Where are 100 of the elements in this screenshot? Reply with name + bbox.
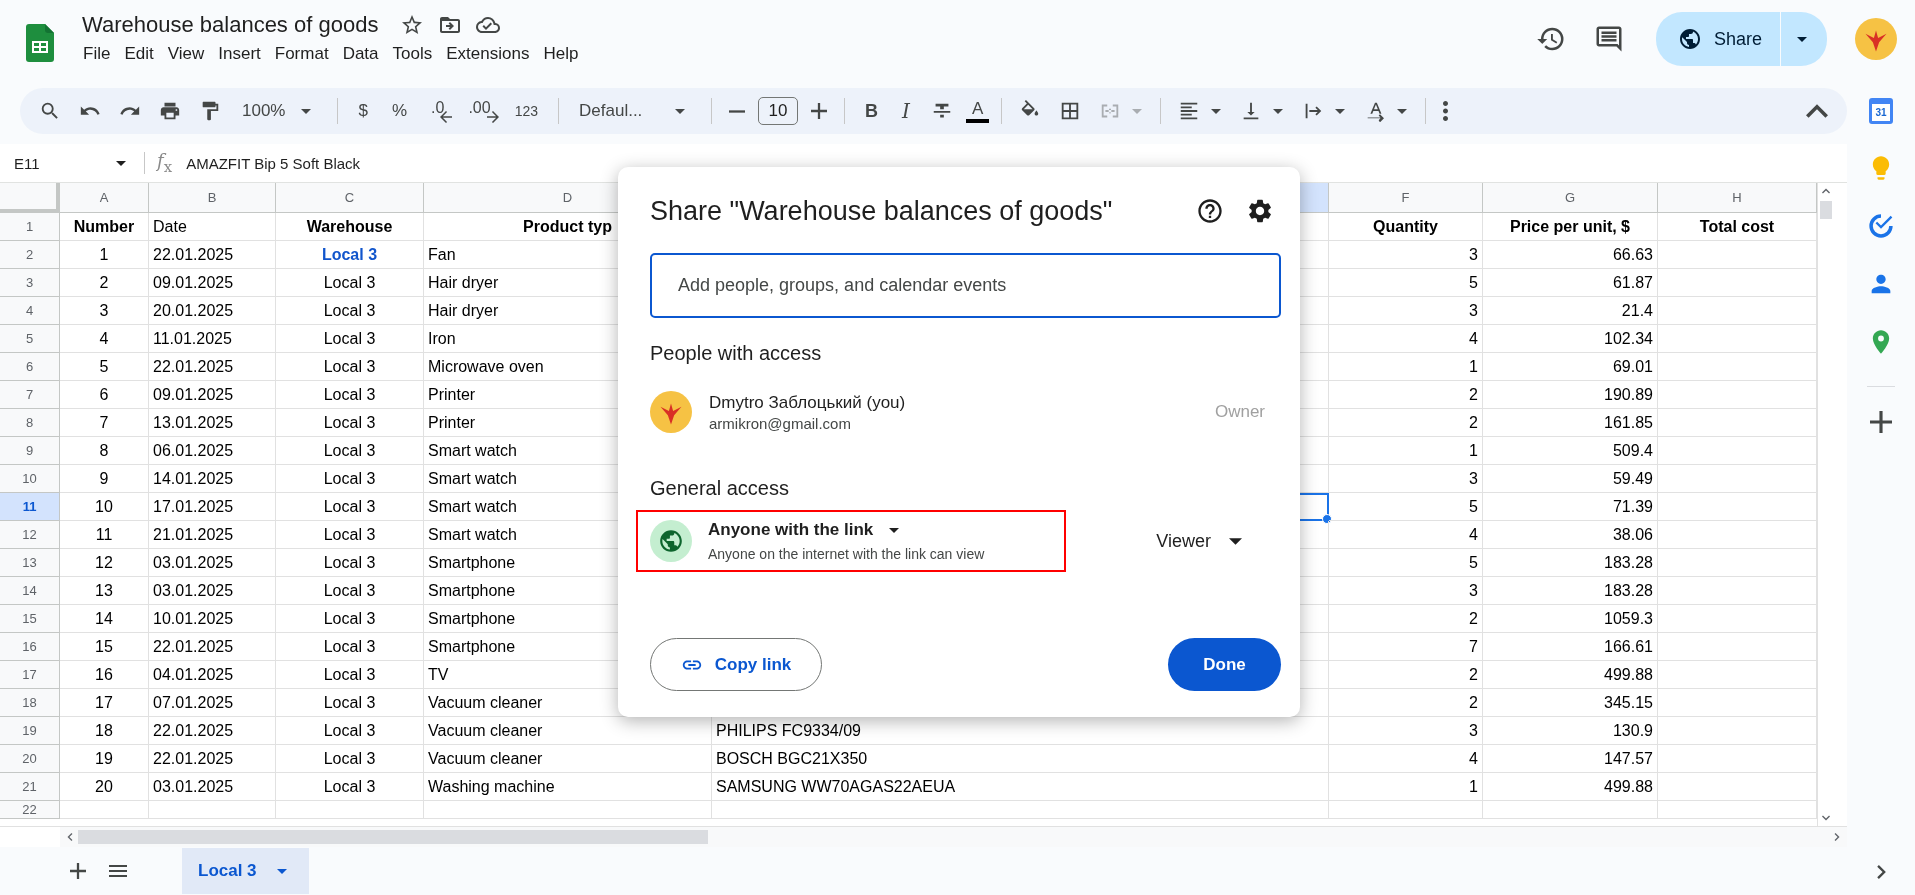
row-header[interactable]: 9 [0, 437, 60, 465]
selection-handle[interactable] [1322, 514, 1332, 524]
row-header[interactable]: 14 [0, 577, 60, 605]
table-cell: 183.28 [1483, 577, 1658, 605]
row-header[interactable]: 2 [0, 241, 60, 269]
table-cell: Local 3 [276, 577, 424, 605]
font-dropdown[interactable]: Defaul... [571, 101, 700, 121]
percent-format-button[interactable]: % [383, 101, 416, 121]
add-icon[interactable] [1870, 411, 1892, 433]
text-color-button[interactable]: A [965, 99, 990, 123]
row-header[interactable]: 16 [0, 633, 60, 661]
row-header[interactable]: 5 [0, 325, 60, 353]
settings-icon[interactable] [1246, 197, 1274, 225]
sheet-tab[interactable]: Local 3 [182, 848, 309, 894]
scroll-right-icon[interactable] [1833, 833, 1841, 841]
font-size-field[interactable]: 10 [758, 97, 799, 125]
sheets-logo-icon[interactable] [26, 24, 54, 62]
column-header[interactable]: A [60, 183, 149, 213]
table-cell: 3 [1329, 577, 1483, 605]
table-cell: 3 [1329, 241, 1483, 269]
table-cell: 21.01.2025 [149, 521, 276, 549]
add-people-field[interactable]: Add people, groups, and calendar events [650, 253, 1281, 318]
column-header[interactable]: B [149, 183, 276, 213]
menu-item[interactable]: Format [267, 42, 336, 66]
more-icon[interactable] [1443, 101, 1449, 121]
table-cell: 12 [60, 549, 149, 577]
table-cell: 3 [1329, 465, 1483, 493]
search-icon[interactable] [39, 100, 61, 122]
scroll-up-icon[interactable] [1821, 187, 1830, 195]
menu-item[interactable]: File [76, 42, 118, 66]
table-cell: 09.01.2025 [149, 269, 276, 297]
scroll-down-icon[interactable] [1821, 814, 1830, 822]
column-header[interactable]: C [276, 183, 424, 213]
row-header[interactable]: 17 [0, 661, 60, 689]
calendar-icon[interactable]: 31 [1869, 98, 1893, 124]
table-cell: 102.34 [1483, 325, 1658, 353]
increase-decimals-button[interactable]: .00 [460, 99, 499, 123]
tasks-icon[interactable] [1867, 212, 1895, 240]
scroll-left-icon[interactable] [66, 833, 74, 841]
row-header[interactable]: 3 [0, 269, 60, 297]
row-header[interactable]: 22 [0, 801, 60, 819]
table-cell: 4 [60, 325, 149, 353]
plus-icon[interactable] [811, 103, 828, 119]
add-sheet-icon[interactable] [70, 863, 86, 879]
help-icon[interactable] [1196, 197, 1224, 225]
caret-icon [1797, 36, 1807, 42]
column-header[interactable]: H [1658, 183, 1817, 213]
table-cell: 190.89 [1483, 381, 1658, 409]
print-icon[interactable] [159, 100, 181, 122]
document-title[interactable]: Warehouse balances of goods [82, 12, 379, 38]
scroll-thumb[interactable] [78, 830, 708, 844]
done-button[interactable]: Done [1168, 638, 1281, 691]
row-header[interactable]: 8 [0, 409, 60, 437]
menu-item[interactable]: View [160, 42, 212, 66]
currency-format-button[interactable]: $ [350, 101, 376, 121]
decrease-decimals-button[interactable]: .0 [423, 99, 453, 123]
copy-link-button[interactable]: Copy link [650, 638, 822, 691]
minus-icon[interactable] [729, 109, 746, 113]
menu-item[interactable]: Insert [211, 42, 268, 66]
row-header[interactable]: 4 [0, 297, 60, 325]
caret-icon [116, 160, 126, 166]
chevron-icon[interactable] [1876, 865, 1886, 879]
formula-field[interactable]: AMAZFIT Bip 5 Soft Black [186, 154, 361, 172]
table-cell: Washing machine [424, 773, 712, 801]
scroll-thumb[interactable] [1819, 201, 1832, 219]
zoom-dropdown[interactable]: 100% [234, 101, 326, 121]
row-header[interactable]: 6 [0, 353, 60, 381]
table-cell: Local 3 [276, 549, 424, 577]
table-cell: 03.01.2025 [149, 549, 276, 577]
row-header[interactable]: 19 [0, 717, 60, 745]
column-header[interactable]: F [1329, 183, 1483, 213]
row-header[interactable]: 12 [0, 521, 60, 549]
column-header[interactable]: G [1483, 183, 1658, 213]
bold-button[interactable]: B [857, 100, 887, 122]
table-cell: Local 3 [276, 325, 424, 353]
vertical-scrollbar[interactable] [1817, 183, 1833, 826]
row-header[interactable]: 11 [0, 493, 60, 521]
menu-item[interactable]: Tools [385, 42, 440, 66]
menu-item[interactable]: Extensions [439, 42, 537, 66]
table-cell: 2 [60, 269, 149, 297]
row-header[interactable]: 15 [0, 605, 60, 633]
avatar-icon[interactable] [1855, 18, 1897, 60]
menu-item[interactable]: Help [536, 42, 586, 66]
star-icon[interactable] [400, 13, 425, 37]
table-header: Quantity [1329, 213, 1483, 241]
row-header[interactable]: 20 [0, 745, 60, 773]
menu-item[interactable]: Data [335, 42, 386, 66]
cell-reference-field[interactable]: E11 [0, 154, 140, 172]
menu-item[interactable]: Edit [117, 42, 161, 66]
role-dropdown[interactable]: Viewer [1150, 529, 1254, 553]
row-header[interactable]: 7 [0, 381, 60, 409]
row-header[interactable]: 10 [0, 465, 60, 493]
row-header[interactable]: 21 [0, 773, 60, 801]
number-format-button[interactable]: 123 [506, 103, 547, 119]
italic-button[interactable]: I [894, 99, 918, 123]
row-header[interactable]: 1 [0, 213, 60, 241]
table-cell: 5 [1329, 269, 1483, 297]
row-header[interactable]: 13 [0, 549, 60, 577]
row-header[interactable]: 18 [0, 689, 60, 717]
table-header: Warehouse [276, 213, 424, 241]
